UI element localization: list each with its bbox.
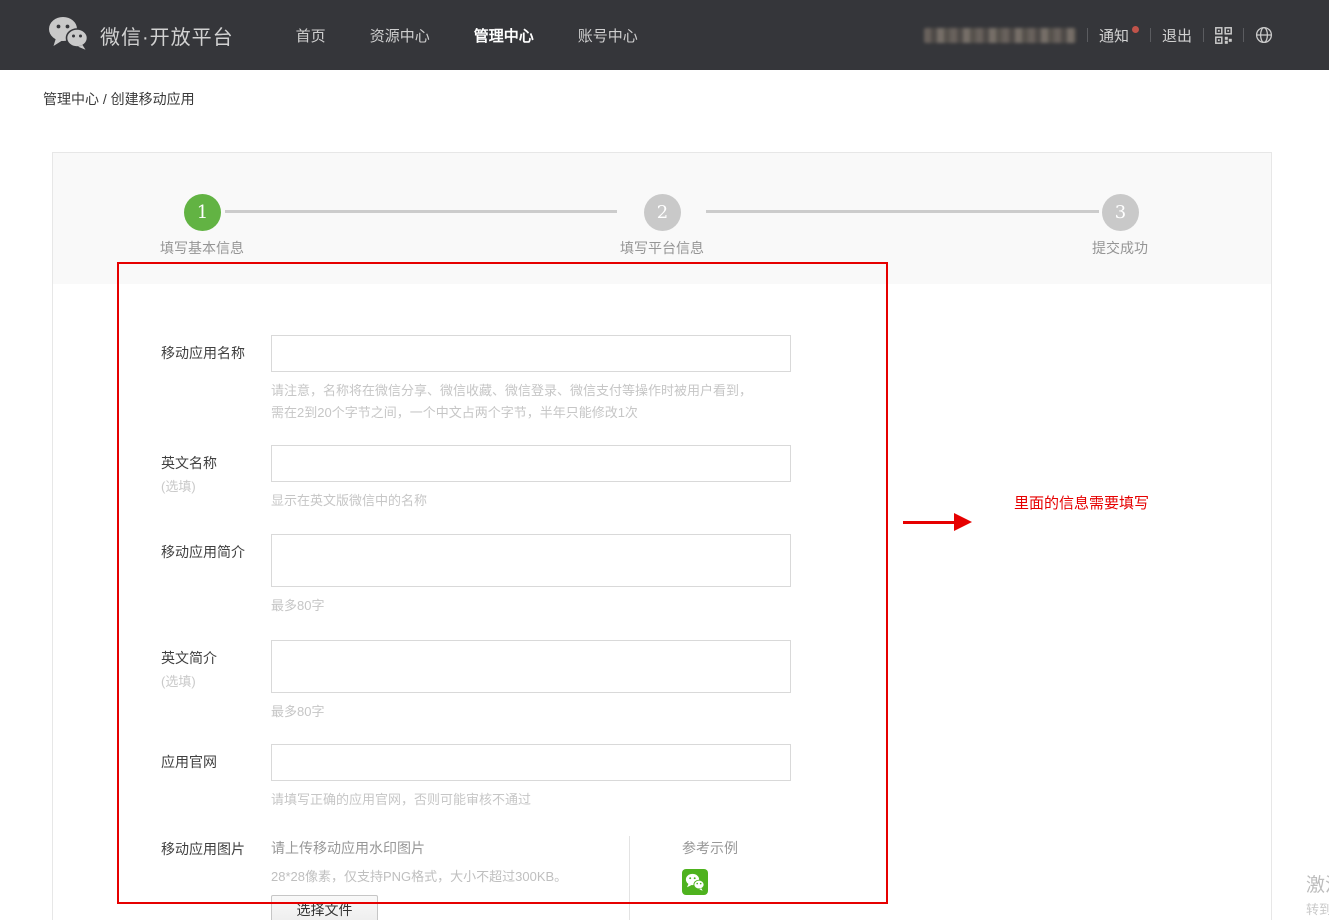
upload-instruction-line1: 请上传移动应用水印图片 xyxy=(271,838,629,858)
example-section: 参考示例 xyxy=(629,836,738,920)
breadcrumb-current: 创建移动应用 xyxy=(111,91,195,107)
step-circle-1: 1 xyxy=(184,194,221,231)
optional-tag: (选填) xyxy=(161,673,271,691)
step-connector xyxy=(706,210,1099,213)
wechat-logo-icon xyxy=(48,16,88,55)
breadcrumb-separator: / xyxy=(99,91,111,107)
wechat-green-icon xyxy=(682,869,738,900)
app-name-input[interactable] xyxy=(271,335,791,372)
english-intro-textarea[interactable] xyxy=(271,640,791,693)
upload-instructions: 请上传移动应用水印图片 28*28像素，仅支持PNG格式，大小不超过300KB。… xyxy=(271,836,629,920)
brand-home-link[interactable]: 微信·开放平台 xyxy=(48,16,234,55)
annotation-text: 里面的信息需要填写 xyxy=(1014,492,1149,513)
field-label-text: 英文简介 xyxy=(161,650,217,666)
header-right-cluster: 通知 退出 xyxy=(924,0,1273,70)
english-name-input[interactable] xyxy=(271,445,791,482)
step-label-1: 填写基本信息 xyxy=(122,238,282,258)
nav-item-account[interactable]: 账号中心 xyxy=(578,25,638,46)
field-label-text: 英文名称 xyxy=(161,455,217,471)
logout-link[interactable]: 退出 xyxy=(1162,25,1192,46)
windows-activation-watermark-line2: 转到“设置”以激活 Windows。 xyxy=(1306,899,1329,918)
field-label: 移动应用名称 xyxy=(161,335,271,424)
annotation-arrow-head xyxy=(954,513,972,531)
optional-tag: (选填) xyxy=(161,478,271,496)
globe-icon[interactable] xyxy=(1255,26,1273,44)
breadcrumb-parent[interactable]: 管理中心 xyxy=(43,91,99,107)
nav-item-resources[interactable]: 资源中心 xyxy=(370,25,430,46)
progress-stepper: 1 填写基本信息 2 填写平台信息 3 提交成功 xyxy=(53,153,1271,284)
step-label-2: 填写平台信息 xyxy=(582,238,742,258)
brand-title: 微信·开放平台 xyxy=(100,21,234,50)
divider xyxy=(1087,28,1088,42)
step-connector xyxy=(225,210,617,213)
upload-instruction-line2: 28*28像素，仅支持PNG格式，大小不超过300KB。 xyxy=(271,866,629,885)
field-label: 移动应用简介 xyxy=(161,534,271,617)
main-nav: 首页 资源中心 管理中心 账号中心 xyxy=(296,25,638,46)
breadcrumb: 管理中心 / 创建移动应用 xyxy=(43,89,195,109)
create-app-panel: 1 填写基本信息 2 填写平台信息 3 提交成功 移动应用名称 请注意，名称将在… xyxy=(52,152,1272,920)
example-label: 参考示例 xyxy=(682,836,738,858)
form-row-english-intro: 英文简介 (选填) 最多80字 xyxy=(161,640,1271,723)
divider xyxy=(1243,28,1244,42)
official-site-input[interactable] xyxy=(271,744,791,781)
qr-code-icon[interactable] xyxy=(1215,27,1232,44)
field-label: 应用官网 xyxy=(161,744,271,811)
annotation-arrow xyxy=(903,521,956,524)
notification-dot xyxy=(1132,26,1139,33)
basic-info-form: 移动应用名称 请注意，名称将在微信分享、微信收藏、微信登录、微信支付等操作时被用… xyxy=(53,284,1271,920)
form-row-app-name: 移动应用名称 请注意，名称将在微信分享、微信收藏、微信登录、微信支付等操作时被用… xyxy=(161,335,1271,424)
divider xyxy=(1203,28,1204,42)
step-label-3: 提交成功 xyxy=(1040,238,1200,258)
form-row-app-intro: 移动应用简介 最多80字 xyxy=(161,534,1271,617)
field-label: 英文名称 (选填) xyxy=(161,445,271,512)
field-label: 英文简介 (选填) xyxy=(161,640,271,723)
notifications-link[interactable]: 通知 xyxy=(1099,25,1129,46)
field-hint: 最多80字 xyxy=(271,595,791,617)
step-circle-2: 2 xyxy=(644,194,681,231)
field-hint: 请填写正确的应用官网，否则可能审核不通过 xyxy=(271,789,791,811)
top-navbar: 微信·开放平台 首页 资源中心 管理中心 账号中心 通知 退出 xyxy=(0,0,1329,70)
nav-item-home[interactable]: 首页 xyxy=(296,25,326,46)
form-row-app-image: 移动应用图片 请上传移动应用水印图片 28*28像素，仅支持PNG格式，大小不超… xyxy=(161,836,1271,920)
nav-item-management[interactable]: 管理中心 xyxy=(474,25,534,46)
windows-activation-watermark-line1: 激活 Windows xyxy=(1306,870,1329,897)
app-intro-textarea[interactable] xyxy=(271,534,791,587)
field-hint: 需在2到20个字节之间，一个中文占两个字节，半年只能修改1次 xyxy=(271,402,791,424)
field-hint: 请注意，名称将在微信分享、微信收藏、微信登录、微信支付等操作时被用户看到， xyxy=(271,380,791,402)
field-label: 移动应用图片 xyxy=(161,836,271,920)
form-row-official-site: 应用官网 请填写正确的应用官网，否则可能审核不通过 xyxy=(161,744,1271,811)
username-redacted[interactable] xyxy=(924,28,1076,43)
divider xyxy=(1150,28,1151,42)
step-circle-3: 3 xyxy=(1102,194,1139,231)
field-hint: 最多80字 xyxy=(271,701,791,723)
field-hint: 显示在英文版微信中的名称 xyxy=(271,490,791,512)
choose-file-button[interactable]: 选择文件 xyxy=(271,895,378,920)
